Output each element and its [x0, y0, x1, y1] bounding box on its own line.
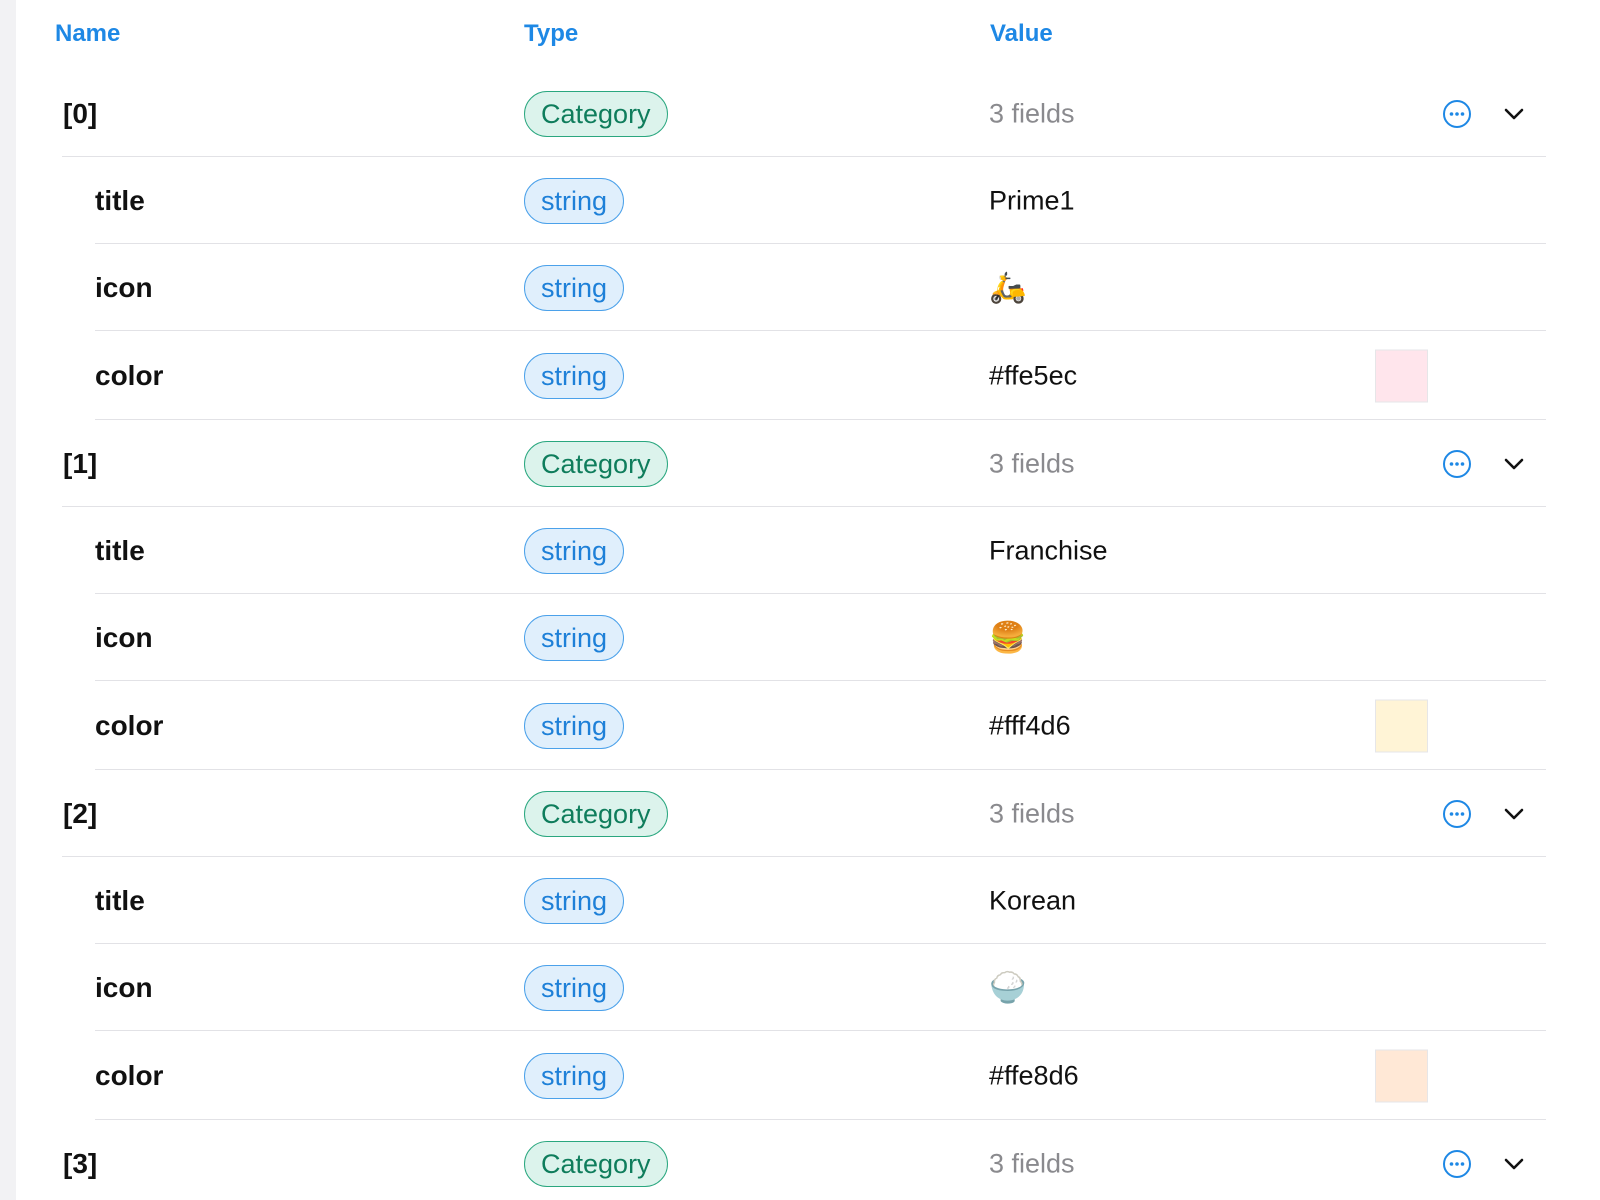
- field-row[interactable]: color string #fff4d6: [16, 681, 1600, 770]
- column-type[interactable]: Type: [524, 20, 578, 48]
- color-swatch[interactable]: [1375, 349, 1428, 402]
- field-value: #ffe5ec: [989, 360, 1078, 390]
- more-options-icon[interactable]: [1442, 449, 1472, 479]
- rice-bowl-icon: 🍚: [989, 971, 1027, 1004]
- type-badge-string: string: [524, 702, 625, 749]
- field-value: #fff4d6: [989, 710, 1071, 740]
- type-badge-category: Category: [524, 1140, 668, 1187]
- item-index: [0]: [63, 97, 98, 129]
- hamburger-icon: 🍔: [989, 621, 1027, 654]
- field-row[interactable]: icon string 🛵: [16, 244, 1600, 331]
- type-badge-string: string: [524, 877, 625, 924]
- column-value[interactable]: Value: [990, 20, 1053, 48]
- field-count: 3 fields: [989, 98, 1075, 128]
- type-badge-string: string: [524, 527, 625, 574]
- type-badge-category: Category: [524, 440, 668, 487]
- variable-inspector: Name Type Value [0] Category 3 fields ti…: [16, 0, 1600, 1200]
- type-badge-string: string: [524, 177, 625, 224]
- field-row[interactable]: color string #ffe5ec: [16, 331, 1600, 420]
- field-name: title: [95, 884, 145, 916]
- chevron-down-icon[interactable]: [1502, 452, 1526, 476]
- field-name: title: [95, 184, 145, 216]
- field-value: #ffe8d6: [989, 1060, 1079, 1090]
- item-index: [2]: [63, 797, 98, 829]
- field-name: icon: [95, 971, 153, 1003]
- field-value: Korean: [989, 885, 1077, 915]
- category-row[interactable]: [2] Category 3 fields: [16, 770, 1600, 857]
- category-row[interactable]: [0] Category 3 fields: [16, 70, 1600, 157]
- field-name: color: [95, 359, 164, 391]
- field-count: 3 fields: [989, 1148, 1075, 1178]
- field-row[interactable]: icon string 🍔: [16, 594, 1600, 681]
- field-count: 3 fields: [989, 798, 1075, 828]
- more-options-icon[interactable]: [1442, 99, 1472, 129]
- field-value: Prime1: [989, 185, 1075, 215]
- color-swatch[interactable]: [1375, 699, 1428, 752]
- type-badge-string: string: [524, 1052, 625, 1099]
- more-options-icon[interactable]: [1442, 1149, 1472, 1179]
- column-header: Name Type Value: [16, 0, 1600, 70]
- type-badge-string: string: [524, 964, 625, 1011]
- type-badge-string: string: [524, 614, 625, 661]
- more-options-icon[interactable]: [1442, 799, 1472, 829]
- chevron-down-icon[interactable]: [1502, 1152, 1526, 1176]
- item-index: [1]: [63, 447, 98, 479]
- chevron-down-icon[interactable]: [1502, 802, 1526, 826]
- category-row[interactable]: [1] Category 3 fields: [16, 420, 1600, 507]
- type-badge-category: Category: [524, 790, 668, 837]
- scooter-icon: 🛵: [989, 271, 1027, 304]
- field-row[interactable]: title string Korean: [16, 857, 1600, 944]
- field-row[interactable]: title string Prime1: [16, 157, 1600, 244]
- field-row[interactable]: icon string 🍚: [16, 944, 1600, 1031]
- item-index: [3]: [63, 1147, 98, 1179]
- color-swatch[interactable]: [1375, 1049, 1428, 1102]
- field-name: color: [95, 709, 164, 741]
- field-name: color: [95, 1059, 164, 1091]
- field-name: icon: [95, 621, 153, 653]
- field-name: icon: [95, 271, 153, 303]
- type-badge-category: Category: [524, 90, 668, 137]
- field-row[interactable]: title string Franchise: [16, 507, 1600, 594]
- column-name[interactable]: Name: [55, 20, 120, 48]
- category-row[interactable]: [3] Category 3 fields: [16, 1120, 1600, 1200]
- field-row[interactable]: color string #ffe8d6: [16, 1031, 1600, 1120]
- field-count: 3 fields: [989, 448, 1075, 478]
- type-badge-string: string: [524, 264, 625, 311]
- field-value: Franchise: [989, 535, 1108, 565]
- type-badge-string: string: [524, 352, 625, 399]
- chevron-down-icon[interactable]: [1502, 102, 1526, 126]
- field-name: title: [95, 534, 145, 566]
